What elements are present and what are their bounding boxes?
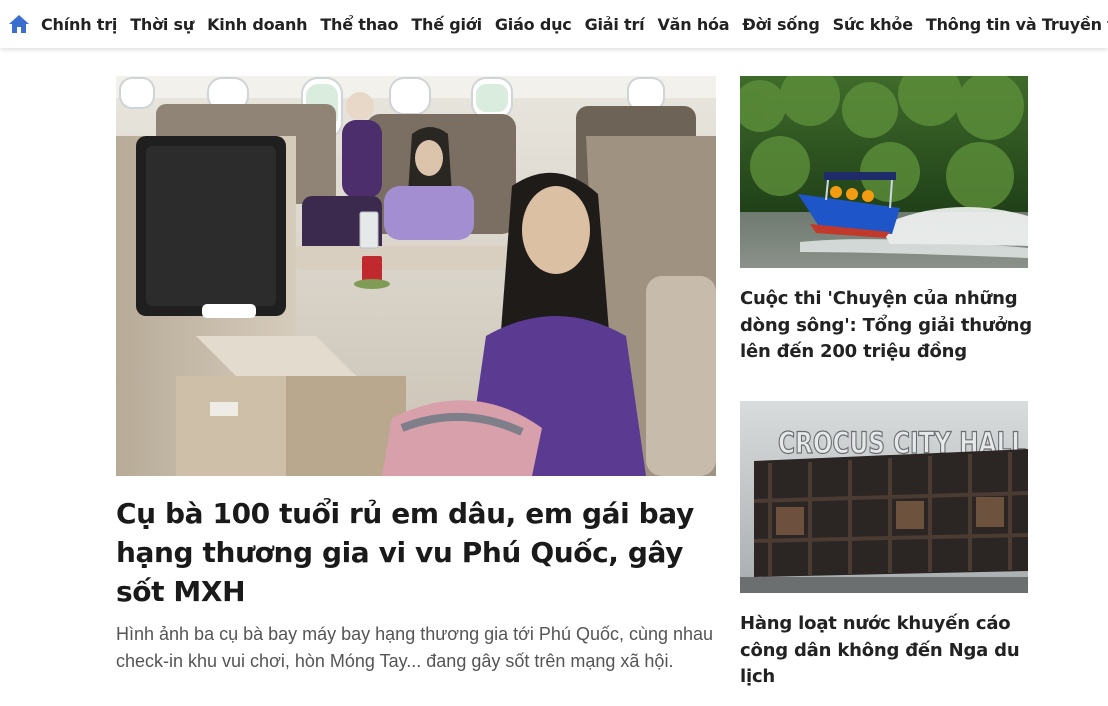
nav-item-2[interactable]: Thời sự bbox=[130, 15, 194, 34]
main-article-image[interactable] bbox=[116, 76, 716, 476]
top-navigation: Chính trị Thời sự Kinh doanh Thể thao Thế gi… bbox=[0, 0, 1108, 48]
main-article-summary: Hình ảnh ba cụ bà bay máy bay hạng thươn… bbox=[116, 624, 714, 671]
category-menu: Chính trị Thời sự Kinh doanh Thể thao Thế gi… bbox=[41, 15, 1108, 34]
side-article-1-title[interactable]: Cuộc thi 'Chuyện của những dòng sông': T… bbox=[740, 286, 1036, 366]
side-article-2-image[interactable]: CROCUS CITY HALL bbox=[740, 401, 1028, 593]
main-article-title[interactable]: Cụ bà 100 tuổi rủ em dâu, em gái bay hạn… bbox=[116, 494, 716, 611]
airplane-cabin-photo bbox=[116, 76, 716, 476]
nav-item-10[interactable]: Sức khỏe bbox=[833, 15, 913, 34]
nav-item-6[interactable]: Giáo dục bbox=[495, 15, 572, 34]
nav-item-8[interactable]: Văn hóa bbox=[657, 15, 729, 34]
nav-item-7[interactable]: Giải trí bbox=[585, 15, 645, 34]
home-icon[interactable] bbox=[8, 13, 30, 35]
side-article-1-image[interactable] bbox=[740, 76, 1028, 268]
nav-item-11[interactable]: Thông tin và Truyền thông bbox=[926, 15, 1108, 34]
speedboat-river-photo bbox=[740, 76, 1028, 268]
nav-item-5[interactable]: Thế giới bbox=[411, 15, 482, 34]
nav-item-9[interactable]: Đời sống bbox=[742, 15, 819, 34]
side-article-2-title[interactable]: Hàng loạt nước khuyến cáo công dân không… bbox=[740, 611, 1036, 691]
nav-item-3[interactable]: Kinh doanh bbox=[207, 15, 307, 34]
burned-building-photo: CROCUS CITY HALL bbox=[740, 401, 1028, 593]
nav-item-1[interactable]: Chính trị bbox=[41, 15, 117, 34]
nav-item-4[interactable]: Thể thao bbox=[320, 15, 398, 34]
